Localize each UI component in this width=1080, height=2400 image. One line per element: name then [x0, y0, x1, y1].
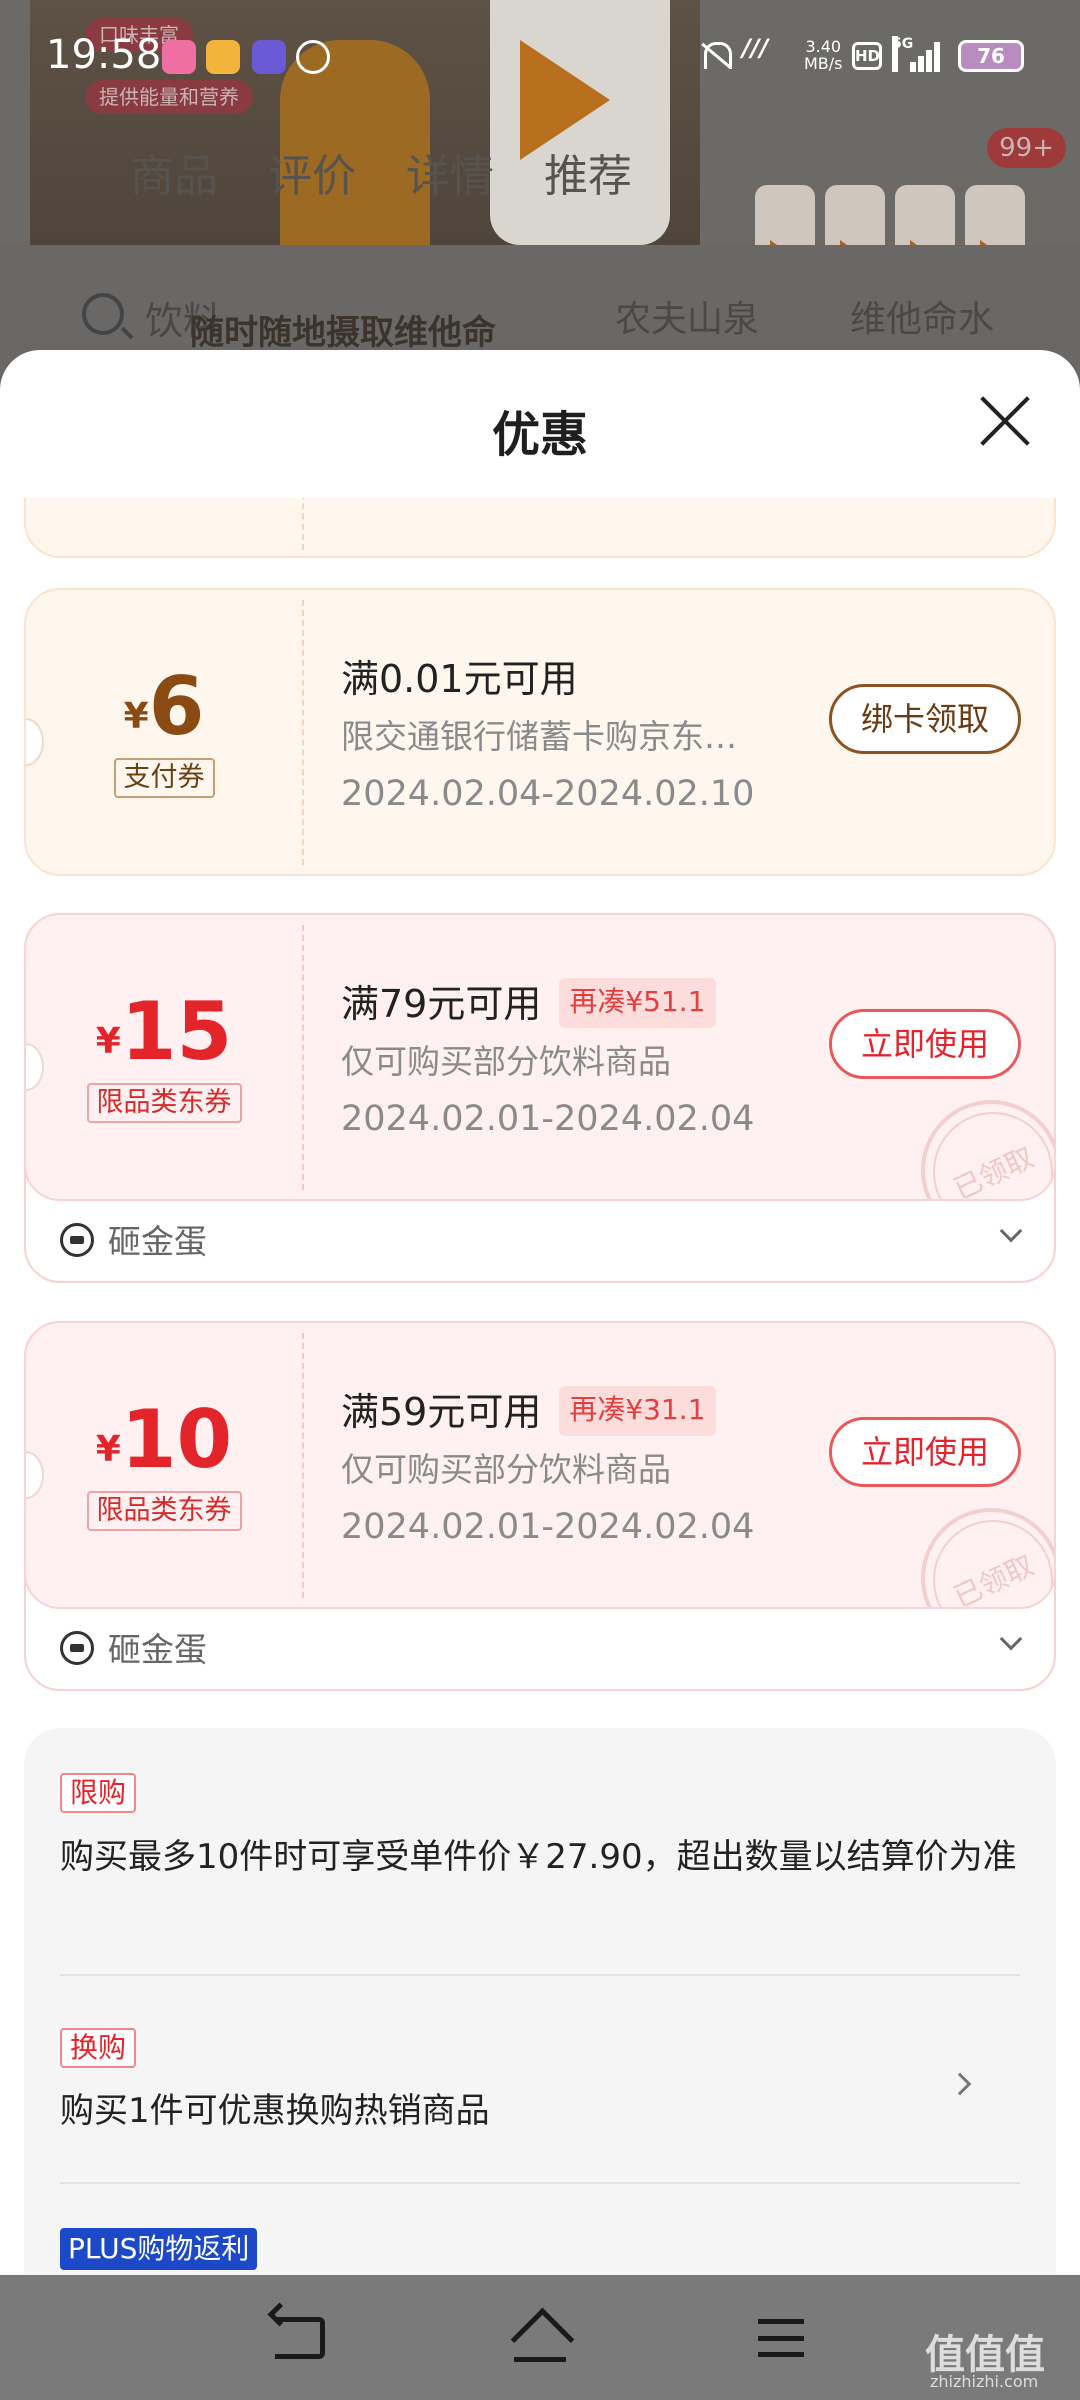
mute-bell-icon [700, 40, 732, 72]
watermark-url: zhizhizhi.com [930, 2372, 1039, 2391]
coupon-description: 仅可购买部分饮料商品 [341, 1450, 671, 1489]
notification-app-icon [162, 40, 196, 74]
golden-egg-icon [60, 1223, 94, 1257]
search-keyword-nongfu[interactable]: 农夫山泉 [615, 290, 759, 342]
coupon-condition: 满59元可用 再凑¥31.1 [341, 1381, 716, 1436]
coupon-amount: ¥6 [123, 660, 205, 753]
home-icon[interactable] [510, 2313, 570, 2363]
coupon-description: 限交通银行储蓄卡购京东… [341, 717, 737, 756]
chevron-down-icon [999, 1627, 1023, 1651]
battery-icon: 76 [958, 40, 1024, 72]
screen: 口味丰富 提供能量和营养 商品 评价 详情 推荐 99+ 饮料 农夫山泉 维他命… [0, 0, 1080, 2400]
smash-egg-row[interactable]: 砸金蛋 [26, 1607, 1058, 1687]
coupon-description: 仅可购买部分饮料商品 [341, 1042, 671, 1081]
coupon-amount: ¥15 [95, 985, 233, 1078]
menu-icon[interactable] [758, 2319, 804, 2357]
promotion-card: 限购 购买最多10件时可享受单件价￥27.90，超出数量以结算价为准 换购 购买… [24, 1728, 1056, 2275]
status-bar: 19:58 /// 3.40 MB/s HD 5G 76 [0, 0, 1080, 110]
coupon-date-range: 2024.02.01-2024.02.04 [341, 1099, 755, 1139]
chevron-down-icon [999, 1219, 1023, 1243]
top-up-badge: 再凑¥31.1 [559, 1386, 716, 1436]
coupon-type-tag: 限品类东券 [86, 1491, 242, 1531]
discount-list[interactable]: ¥6 支付券 满0.01元可用 限交通银行储蓄卡购京东… 2024.02.04-… [0, 498, 1080, 2275]
coupon-card: ¥15 限品类东券 满79元可用 再凑¥51.1 仅可购买部分饮料商品 2024.… [24, 913, 1056, 1201]
coupon-card: ¥6 支付券 满0.01元可用 限交通银行储蓄卡购京东… 2024.02.04-… [24, 588, 1056, 876]
bind-card-claim-button[interactable]: 绑卡领取 [829, 684, 1021, 754]
claimed-stamp-icon: 已领取 [921, 1508, 1054, 1607]
notification-app-icon [252, 40, 286, 74]
trade-in-text: 购买1件可优惠换购热销商品 [60, 2091, 490, 2131]
tab-reviews[interactable]: 评价 [268, 140, 356, 204]
close-icon[interactable] [975, 390, 1035, 450]
plus-rebate-tag: PLUS购物返利 [60, 2228, 258, 2270]
trade-in-row[interactable]: 换购 购买1件可优惠换购热销商品 [24, 1976, 1056, 2182]
coupon-card: ¥10 限品类东券 满59元可用 再凑¥31.1 仅可购买部分饮料商品 2024.… [24, 1321, 1056, 1609]
sheet-title: 优惠 [491, 407, 588, 463]
search-keyword-vitamin-water[interactable]: 维他命水 [850, 290, 994, 342]
tab-recommend[interactable]: 推荐 [544, 140, 632, 204]
coupon-amount: ¥10 [95, 1393, 233, 1486]
signal-brand-icon: /// [742, 34, 769, 62]
golden-egg-icon [60, 1631, 94, 1665]
coupon-condition: 满0.01元可用 [341, 657, 578, 701]
coupon-date-range: 2024.02.01-2024.02.04 [341, 1507, 755, 1547]
discount-sheet: 优惠 ¥6 支付券 满0.01元可用 限交通银行储蓄卡购京东… 2024.02.… [0, 350, 1080, 2275]
coupon-type-tag: 限品类东券 [86, 1083, 242, 1123]
coupon-condition: 满79元可用 再凑¥51.1 [341, 973, 716, 1028]
status-time: 19:58 [46, 32, 162, 78]
hd-voice-icon: HD [852, 42, 882, 70]
search-icon [82, 293, 124, 335]
network-speed: 3.40 MB/s [804, 37, 843, 73]
smash-egg-label: 砸金蛋 [108, 1222, 207, 1261]
notification-app-icon [296, 40, 330, 74]
claimed-stamp-icon: 已领取 [921, 1100, 1054, 1199]
notification-app-icon [206, 40, 240, 74]
tab-goods[interactable]: 商品 [130, 140, 218, 204]
smash-egg-label: 砸金蛋 [108, 1630, 207, 1669]
use-now-button[interactable]: 立即使用 [829, 1009, 1021, 1079]
use-now-button[interactable]: 立即使用 [829, 1417, 1021, 1487]
purchase-limit-tag: 限购 [60, 1773, 137, 1813]
system-nav-bar [0, 2275, 1080, 2400]
back-icon[interactable] [275, 2317, 325, 2359]
cart-count-badge: 99+ [987, 128, 1066, 168]
product-tabs: 商品 评价 详情 推荐 [130, 140, 632, 204]
coupon-card-partial [24, 498, 1056, 558]
tab-details[interactable]: 详情 [406, 140, 494, 204]
smash-egg-row[interactable]: 砸金蛋 [26, 1199, 1058, 1279]
coupon-type-tag: 支付券 [113, 758, 215, 798]
coupon-date-range: 2024.02.04-2024.02.10 [341, 774, 755, 814]
hero-slogan: 随时随地摄取维他命 [190, 313, 496, 353]
divider [60, 2182, 1020, 2184]
top-up-badge: 再凑¥51.1 [559, 978, 716, 1028]
signal-strength-icon: 5G [892, 36, 942, 72]
trade-in-tag: 换购 [60, 2028, 137, 2068]
purchase-limit-text: 购买最多10件时可享受单件价￥27.90，超出数量以结算价为准 [60, 1837, 1017, 1877]
